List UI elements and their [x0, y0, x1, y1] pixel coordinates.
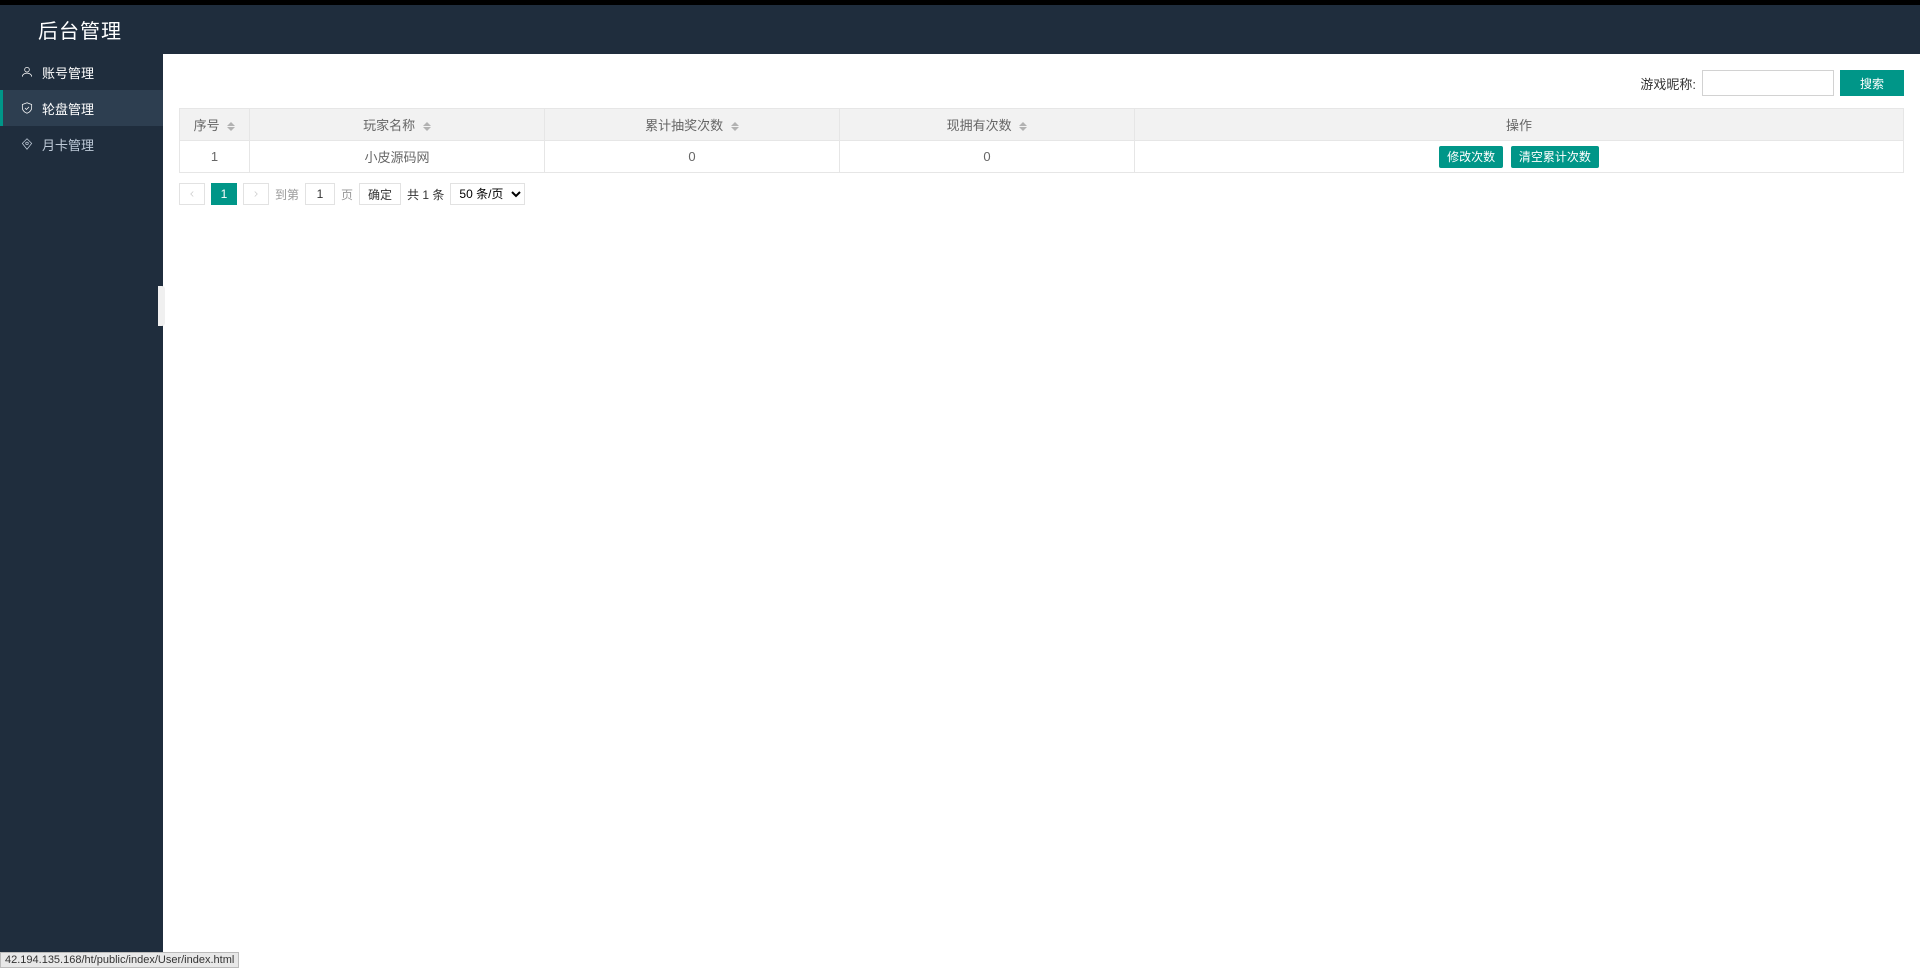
- user-icon: [20, 65, 34, 79]
- sort-icon[interactable]: [227, 122, 235, 132]
- col-header-ops: 操作: [1135, 109, 1904, 141]
- table-row: 1 小皮源码网 0 0 修改次数 清空累计次数: [180, 141, 1904, 173]
- sidebar: 账号管理 轮盘管理 月卡管理: [0, 54, 163, 968]
- pagination: 1 到第 页 确定 共 1 条 50 条/页: [179, 183, 1904, 205]
- cell-cumulative: 0: [545, 141, 840, 173]
- clear-count-button[interactable]: 清空累计次数: [1511, 146, 1599, 168]
- sidebar-item-label: 账号管理: [42, 63, 94, 82]
- search-row: 游戏昵称: 搜索: [179, 70, 1904, 96]
- pager-page-size-select[interactable]: 50 条/页: [450, 183, 525, 205]
- cell-ops: 修改次数 清空累计次数: [1135, 141, 1904, 173]
- pager-page-1[interactable]: 1: [211, 183, 237, 205]
- col-header-cumulative[interactable]: 累计抽奖次数: [545, 109, 840, 141]
- main-content: 游戏昵称: 搜索 序号 玩家名称 累计抽奖次数: [163, 54, 1920, 968]
- pager-confirm-button[interactable]: 确定: [359, 183, 401, 205]
- sidebar-item-label: 轮盘管理: [42, 99, 94, 118]
- cell-name: 小皮源码网: [250, 141, 545, 173]
- search-label: 游戏昵称:: [1640, 74, 1696, 93]
- col-header-label: 操作: [1506, 118, 1532, 133]
- shield-icon: [20, 101, 34, 115]
- pager-prev[interactable]: [179, 183, 205, 205]
- col-header-label: 累计抽奖次数: [645, 118, 723, 133]
- search-button[interactable]: 搜索: [1840, 70, 1904, 96]
- diamond-icon: [20, 137, 34, 151]
- chevron-left-icon: [187, 189, 197, 199]
- sidebar-item-account[interactable]: 账号管理: [0, 54, 163, 90]
- pager-goto-suffix: 页: [341, 186, 353, 203]
- edit-count-button[interactable]: 修改次数: [1439, 146, 1503, 168]
- col-header-seq[interactable]: 序号: [180, 109, 250, 141]
- pager-next[interactable]: [243, 183, 269, 205]
- sort-icon[interactable]: [1019, 122, 1027, 132]
- sort-icon[interactable]: [731, 122, 739, 132]
- search-input[interactable]: [1702, 70, 1834, 96]
- sidebar-item-month-card[interactable]: 月卡管理: [0, 126, 163, 162]
- cell-seq: 1: [180, 141, 250, 173]
- header: 后台管理: [0, 5, 1920, 54]
- col-header-owned[interactable]: 现拥有次数: [840, 109, 1135, 141]
- chevron-right-icon: [251, 189, 261, 199]
- col-header-name[interactable]: 玩家名称: [250, 109, 545, 141]
- col-header-label: 玩家名称: [363, 118, 415, 133]
- sidebar-collapse-handle[interactable]: [158, 286, 165, 326]
- cell-owned: 0: [840, 141, 1135, 173]
- data-table: 序号 玩家名称 累计抽奖次数 现拥有次数: [179, 108, 1904, 173]
- sidebar-item-wheel[interactable]: 轮盘管理: [0, 90, 163, 126]
- pager-total: 共 1 条: [407, 186, 444, 203]
- pager-goto-input[interactable]: [305, 183, 335, 205]
- col-header-label: 序号: [194, 118, 220, 133]
- sort-icon[interactable]: [423, 122, 431, 132]
- app-title: 后台管理: [38, 15, 122, 44]
- sidebar-item-label: 月卡管理: [42, 135, 94, 154]
- col-header-label: 现拥有次数: [947, 118, 1012, 133]
- pager-goto-prefix: 到第: [275, 186, 299, 203]
- browser-status-bar: 42.194.135.168/ht/public/index/User/inde…: [0, 952, 239, 968]
